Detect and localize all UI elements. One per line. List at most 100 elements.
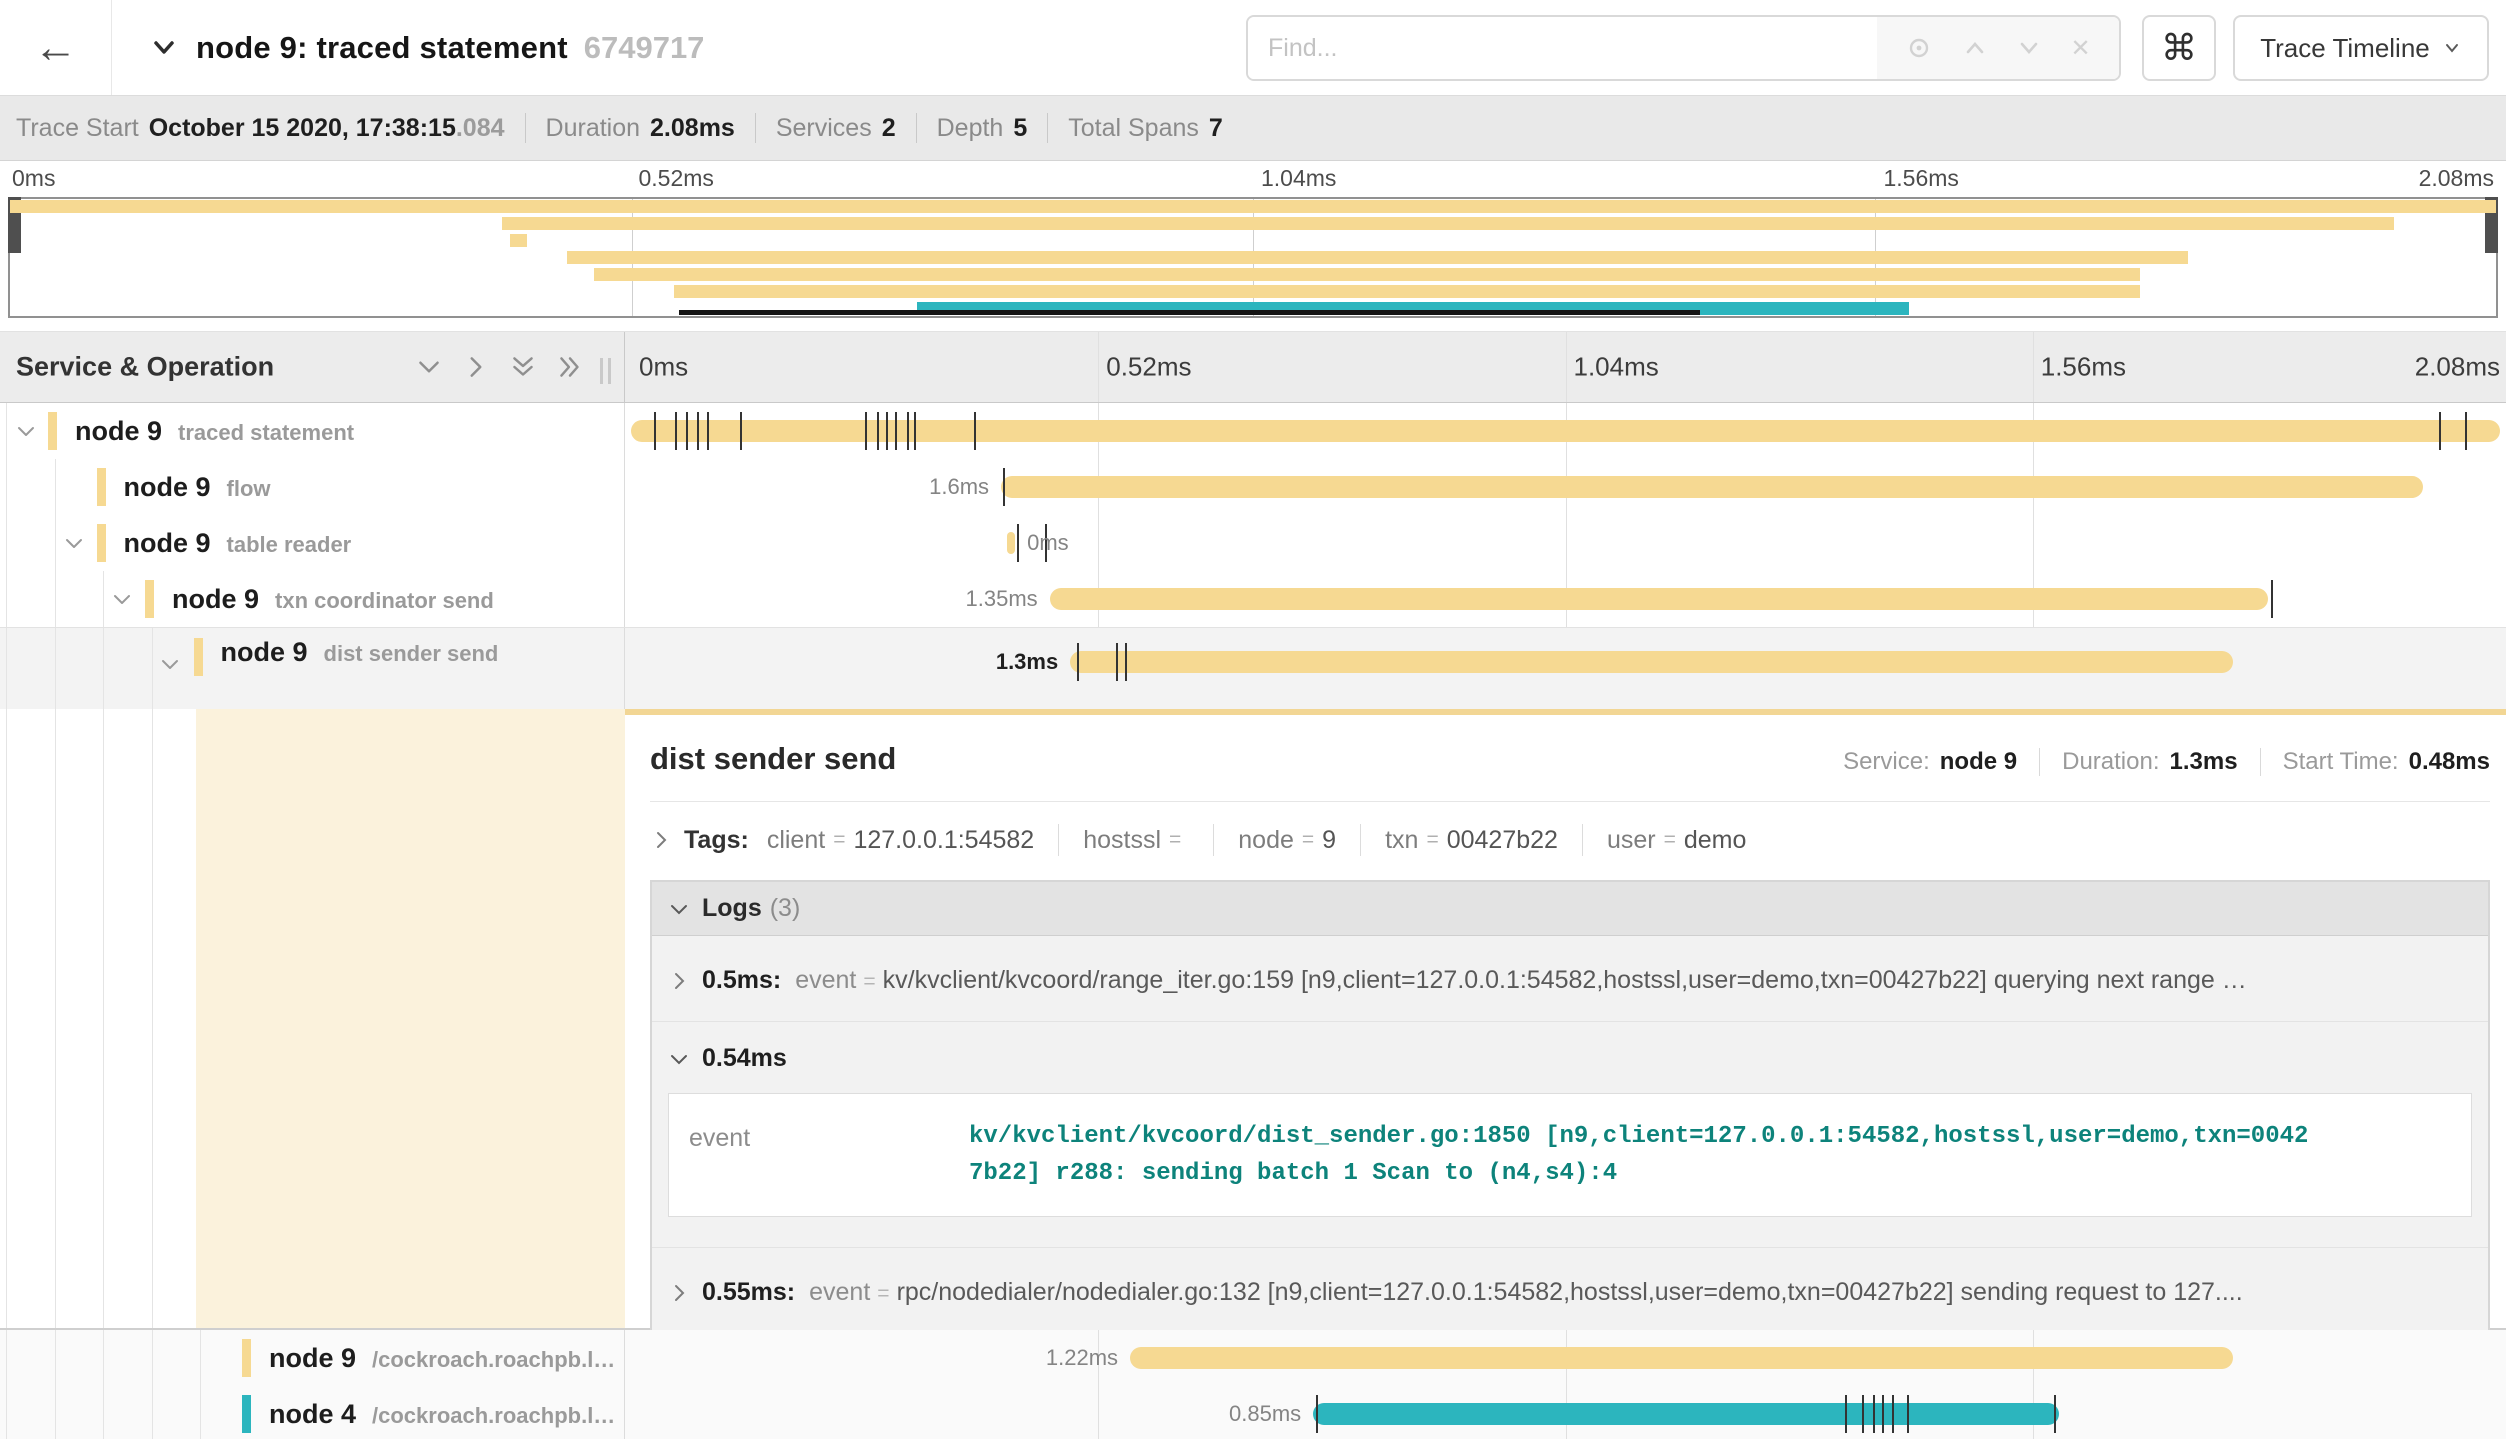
span-bar[interactable] <box>1050 588 2269 610</box>
span-row[interactable]: node 9dist sender send1.3ms <box>0 627 2506 709</box>
log-row-collapsed[interactable]: 0.5ms: event=kv/kvclient/kvcoord/range_i… <box>652 936 2488 1021</box>
chevron-down-icon[interactable] <box>156 650 184 678</box>
span-bar[interactable] <box>1130 1347 2233 1369</box>
log-time: 0.5ms: <box>702 966 781 995</box>
summary-item-value: 5 <box>1013 114 1027 143</box>
minimap-canvas[interactable] <box>8 197 2498 318</box>
tree-guide-line <box>103 628 104 709</box>
log-marker-tick <box>1316 1395 1318 1433</box>
summary-item-value: 2 <box>882 114 896 143</box>
span-name-cell[interactable]: node 9table reader <box>0 515 625 571</box>
span-bar[interactable] <box>1007 532 1015 554</box>
summary-item-label: Depth <box>937 114 1004 143</box>
service-operation-header: Service & Operation <box>0 332 625 402</box>
chevron-up-icon[interactable] <box>1962 35 1988 61</box>
service-color-chip <box>97 468 106 506</box>
view-selector-label: Trace Timeline <box>2260 33 2430 64</box>
span-bar-track[interactable]: 1.3ms <box>631 628 2500 709</box>
span-bar[interactable] <box>1313 1403 2059 1425</box>
chevron-right-icon <box>650 829 672 851</box>
chevron-down-icon <box>668 898 690 920</box>
span-name-cell[interactable]: node 4/cockroach.roachpb.l… <box>0 1386 625 1439</box>
log-row-collapsed[interactable]: 0.55ms: event=rpc/nodedialer/nodedialer.… <box>652 1248 2488 1333</box>
chevron-down-icon[interactable] <box>148 32 180 64</box>
start-time-label: Start Time: <box>2283 748 2399 776</box>
collapse-one-icon[interactable] <box>414 352 444 382</box>
span-duration-label: 1.35ms <box>966 586 1050 612</box>
span-rows-upper: node 9traced statementnode 9flow1.6msnod… <box>0 403 2506 709</box>
span-bar-track[interactable]: 1.35ms <box>631 571 2500 627</box>
span-name-cell[interactable]: node 9txn coordinator send <box>0 571 625 627</box>
log-expanded-header[interactable]: 0.54ms <box>668 1044 2472 1073</box>
summary-divider <box>1047 113 1048 143</box>
service-color-chip <box>48 412 57 450</box>
chevron-down-icon[interactable] <box>2016 35 2042 61</box>
span-bar-track[interactable] <box>631 403 2500 459</box>
span-bar[interactable] <box>631 420 2500 442</box>
close-icon[interactable]: ✕ <box>2071 34 2091 63</box>
span-row[interactable]: node 4/cockroach.roachpb.l…0.85ms <box>0 1386 2506 1439</box>
service-color-chip <box>194 638 203 676</box>
minimap-viewport-bar[interactable] <box>679 310 1701 315</box>
chevron-down-icon[interactable] <box>108 585 136 613</box>
top-bar: ← node 9: traced statement 6749717 ✕ <box>0 0 2506 96</box>
span-row[interactable]: node 9table reader0ms <box>0 515 2506 571</box>
span-name-cell[interactable]: node 9flow <box>0 459 625 515</box>
minimap-span-bar <box>502 217 2394 230</box>
operation-name: /cockroach.roachpb.l… <box>372 1347 615 1372</box>
operation-name: traced statement <box>178 420 354 445</box>
expand-all-icon[interactable] <box>555 352 585 382</box>
service-name: node 9txn coordinator send <box>172 584 494 615</box>
summary-item-label: Services <box>776 114 872 143</box>
log-marker-tick <box>2054 1395 2056 1433</box>
tree-guide-line <box>55 1330 56 1386</box>
tree-guide-line <box>6 1386 7 1439</box>
span-name-cell[interactable]: node 9dist sender send <box>0 628 625 709</box>
keyboard-shortcuts-button[interactable]: ⌘ <box>2142 15 2216 81</box>
expand-one-icon[interactable] <box>461 352 491 382</box>
span-name-cell[interactable]: node 9traced statement <box>0 403 625 459</box>
tree-guide-line <box>200 1386 201 1439</box>
minimap-span-row <box>10 233 2496 250</box>
chevron-down-icon[interactable] <box>60 529 88 557</box>
view-selector-button[interactable]: Trace Timeline <box>2233 15 2489 81</box>
minimap-span-row <box>10 250 2496 267</box>
trace-start-label: Trace Start <box>16 114 139 143</box>
tree-guide-line <box>6 459 7 515</box>
locate-icon[interactable] <box>1905 34 1933 62</box>
service-color-chip <box>145 580 154 618</box>
log-marker-tick <box>907 412 909 450</box>
span-bar-track[interactable]: 0.85ms <box>631 1386 2500 1439</box>
timeline-tick-label: 1.56ms <box>2033 352 2126 383</box>
summary-items: Duration2.08msServices2Depth5Total Spans… <box>505 113 1223 143</box>
log-time: 0.55ms: <box>702 1278 795 1307</box>
minimap-span-bar <box>567 251 2188 264</box>
span-row[interactable]: node 9/cockroach.roachpb.l…1.22ms <box>0 1330 2506 1386</box>
span-bar-track[interactable]: 0ms <box>631 515 2500 571</box>
log-marker-tick <box>877 412 879 450</box>
logs-header[interactable]: Logs (3) <box>652 882 2488 936</box>
span-bar-track[interactable]: 1.6ms <box>631 459 2500 515</box>
tree-guide-line <box>6 515 7 571</box>
span-name-cell[interactable]: node 9/cockroach.roachpb.l… <box>0 1330 625 1386</box>
span-duration-label: 1.6ms <box>929 474 1001 500</box>
span-bar-track[interactable]: 1.22ms <box>631 1330 2500 1386</box>
minimap-span-bar <box>594 268 2140 281</box>
timeline-header: Service & Operation 0ms0.52m <box>0 331 2506 403</box>
span-row[interactable]: node 9flow 1.6ms <box>0 459 2506 515</box>
find-input[interactable] <box>1248 17 1877 79</box>
log-marker-tick <box>1873 1395 1875 1433</box>
span-bar[interactable] <box>1070 651 2233 673</box>
tags-row[interactable]: Tags: client=127.0.0.1:54582 hostssl= no… <box>650 824 2490 856</box>
span-detail-panel: dist sender send Service:node 9 Duration… <box>0 709 2506 1330</box>
span-row[interactable]: node 9txn coordinator send 1.35ms <box>0 571 2506 627</box>
back-button[interactable]: ← <box>0 0 112 95</box>
service-color-chip <box>242 1395 251 1433</box>
service-label: Service: <box>1843 748 1930 776</box>
span-bar[interactable] <box>1001 476 2423 498</box>
operation-name: txn coordinator send <box>275 588 494 613</box>
column-resize-handle[interactable] <box>600 358 611 384</box>
span-row[interactable]: node 9traced statement <box>0 403 2506 459</box>
collapse-all-icon[interactable] <box>508 352 538 382</box>
chevron-down-icon[interactable] <box>12 417 40 445</box>
